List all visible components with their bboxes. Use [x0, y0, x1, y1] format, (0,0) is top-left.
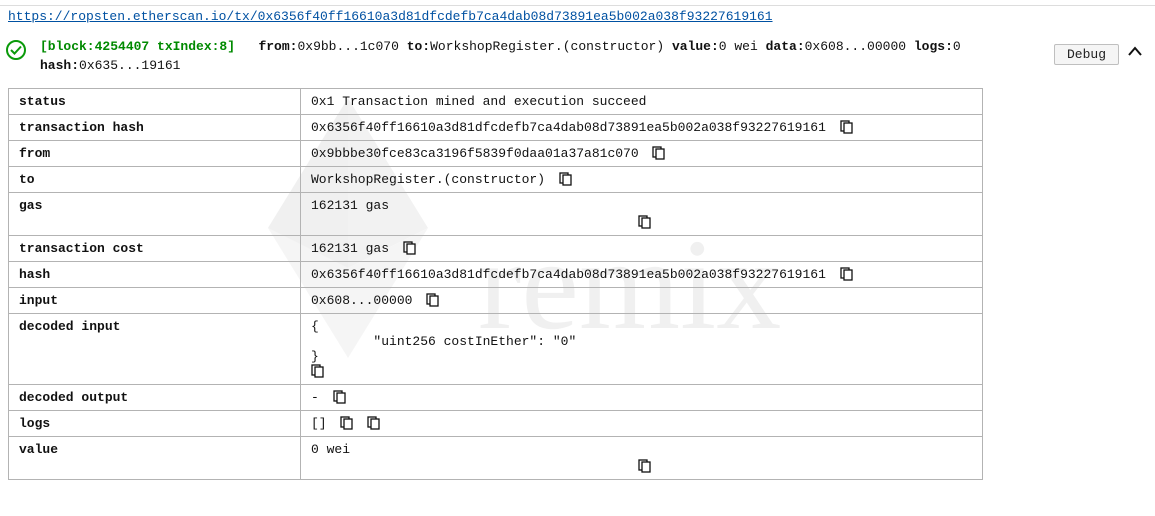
to-label: to:	[407, 39, 430, 54]
copy-icon[interactable]	[367, 416, 380, 430]
table-row: from 0x9bbbe30fce83ca3196f5839f0daa01a37…	[9, 140, 983, 166]
key-decoded-output: decoded output	[9, 384, 301, 410]
table-row: transaction hash 0x6356f40ff16610a3d81df…	[9, 114, 983, 140]
data-value: 0x608...00000	[805, 39, 906, 54]
key-logs: logs	[9, 410, 301, 436]
key-to: to	[9, 166, 301, 192]
logs-value: 0	[953, 39, 961, 54]
copy-icon[interactable]	[559, 172, 572, 186]
val-tx-cost: 162131 gas	[311, 241, 397, 256]
table-row: logs []	[9, 410, 983, 436]
val-gas: 162131 gas	[311, 198, 389, 213]
value-label: value:	[672, 39, 719, 54]
etherscan-link[interactable]: https://ropsten.etherscan.io/tx/0x6356f4…	[8, 9, 773, 24]
copy-icon[interactable]	[840, 267, 853, 281]
val-decoded-output: -	[311, 390, 327, 405]
block-index: [block:4254407 txIndex:8]	[40, 39, 235, 54]
debug-button[interactable]: Debug	[1054, 44, 1119, 65]
logs-label: logs:	[914, 39, 953, 54]
val-value: 0 wei	[311, 442, 350, 457]
from-value: 0x9bb...1c070	[297, 39, 398, 54]
data-label: data:	[766, 39, 805, 54]
table-row: transaction cost 162131 gas	[9, 235, 983, 261]
key-status: status	[9, 88, 301, 114]
copy-icon[interactable]	[652, 146, 665, 160]
copy-icon[interactable]	[311, 364, 324, 378]
table-row: status 0x1 Transaction mined and executi…	[9, 88, 983, 114]
table-row: gas 162131 gas	[9, 192, 983, 235]
hash-value: 0x635...19161	[79, 58, 180, 73]
hash-label: hash:	[40, 58, 79, 73]
copy-icon[interactable]	[638, 459, 651, 473]
val-tx-hash: 0x6356f40ff16610a3d81dfcdefb7ca4dab08d73…	[311, 120, 826, 135]
tx-details-table: status 0x1 Transaction mined and executi…	[8, 88, 983, 480]
key-gas: gas	[9, 192, 301, 235]
table-row: value 0 wei	[9, 436, 983, 479]
tx-summary-row: [block:4254407 txIndex:8] from:0x9bb...1…	[0, 34, 1155, 82]
to-value: WorkshopRegister.(constructor)	[430, 39, 664, 54]
val-logs: []	[311, 416, 327, 431]
key-hash: hash	[9, 261, 301, 287]
key-from: from	[9, 140, 301, 166]
collapse-chevron-icon[interactable]	[1125, 42, 1145, 66]
key-value: value	[9, 436, 301, 479]
key-tx-cost: transaction cost	[9, 235, 301, 261]
copy-icon[interactable]	[340, 416, 353, 430]
val-hash: 0x6356f40ff16610a3d81dfcdefb7ca4dab08d73…	[311, 267, 826, 282]
val-status: 0x1 Transaction mined and execution succ…	[301, 88, 983, 114]
table-row: to WorkshopRegister.(constructor)	[9, 166, 983, 192]
from-label: from:	[258, 39, 297, 54]
success-check-icon	[6, 40, 26, 64]
copy-icon[interactable]	[840, 120, 853, 134]
val-input: 0x608...00000	[311, 293, 412, 308]
val-to: WorkshopRegister.(constructor)	[311, 172, 545, 187]
etherscan-link-row: https://ropsten.etherscan.io/tx/0x6356f4…	[0, 6, 1155, 34]
table-row: hash 0x6356f40ff16610a3d81dfcdefb7ca4dab…	[9, 261, 983, 287]
val-decoded-input: { "uint256 costInEther": "0" }	[311, 319, 972, 364]
copy-icon[interactable]	[403, 241, 416, 255]
key-decoded-input: decoded input	[9, 313, 301, 384]
table-row: decoded input { "uint256 costInEther": "…	[9, 313, 983, 384]
copy-icon[interactable]	[638, 215, 651, 229]
table-row: decoded output -	[9, 384, 983, 410]
copy-icon[interactable]	[426, 293, 439, 307]
val-from: 0x9bbbe30fce83ca3196f5839f0daa01a37a81c0…	[311, 146, 639, 161]
key-tx-hash: transaction hash	[9, 114, 301, 140]
table-row: input 0x608...00000	[9, 287, 983, 313]
value-value: 0 wei	[719, 39, 758, 54]
key-input: input	[9, 287, 301, 313]
copy-icon[interactable]	[333, 390, 346, 404]
tx-summary-text: [block:4254407 txIndex:8] from:0x9bb...1…	[30, 38, 1054, 76]
